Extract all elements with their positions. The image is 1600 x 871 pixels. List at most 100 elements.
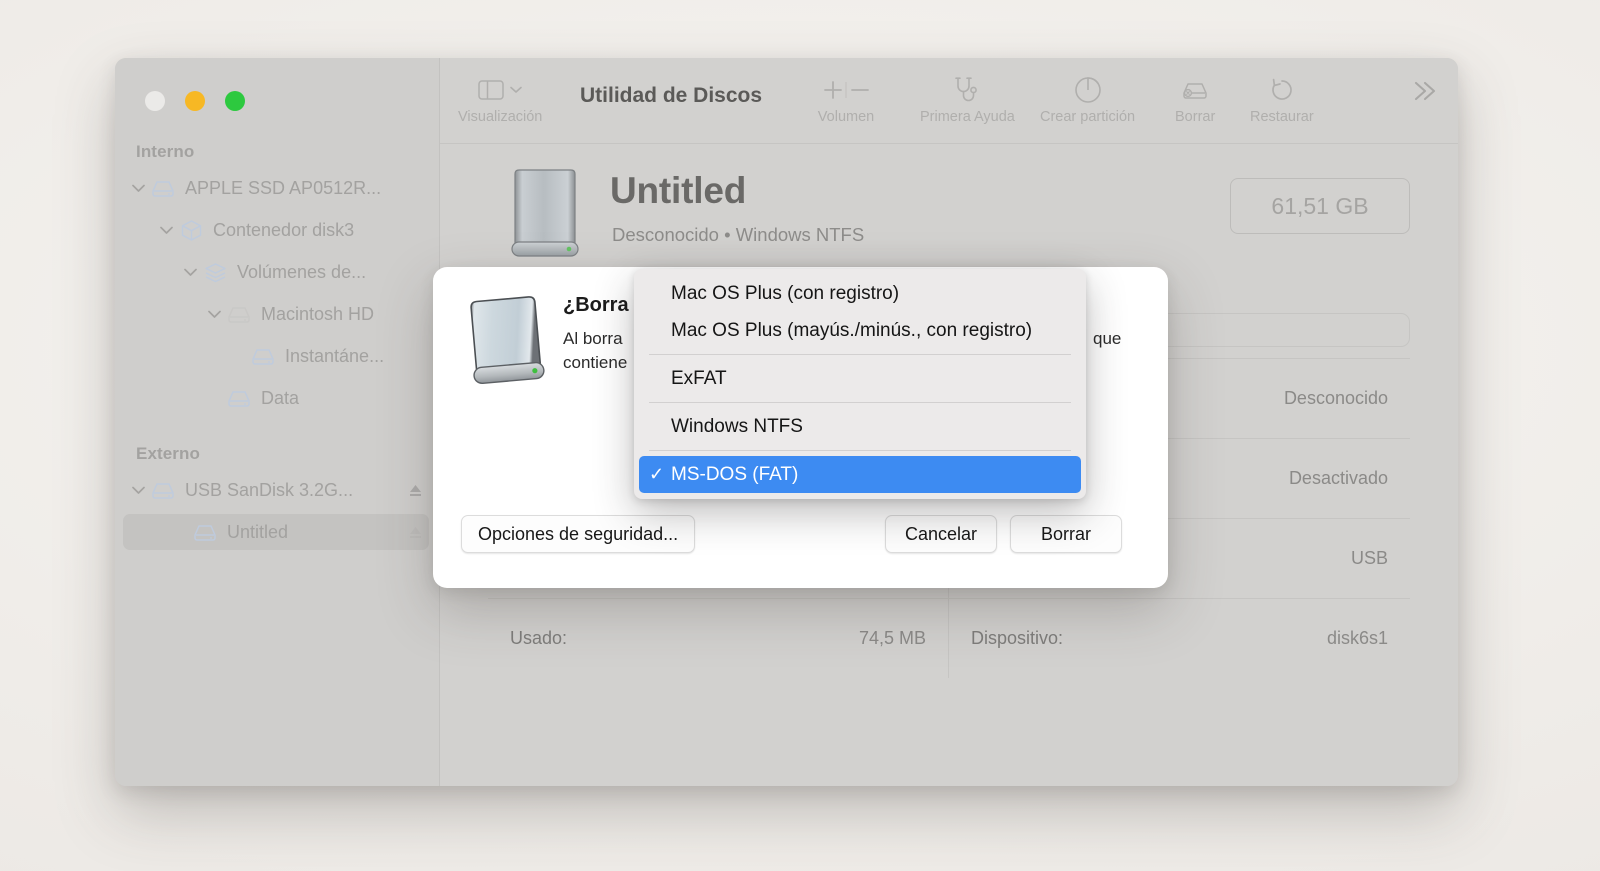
desktop-background: Interno Externo APPLE SSD AP0512R... Con… <box>0 0 1600 871</box>
sidebar-item-label: APPLE SSD AP0512R... <box>185 177 382 198</box>
toolbar-volumen-button[interactable]: Volumen <box>817 74 875 125</box>
sidebar-item-untitled[interactable]: Untitled <box>123 514 429 550</box>
disk-capacity-badge: 61,51 GB <box>1230 178 1410 234</box>
disk-icon <box>149 177 177 199</box>
double-chevron-right-icon <box>1414 81 1436 101</box>
menu-separator <box>649 450 1071 451</box>
disk-header: Untitled Desconocido • Windows NTFS 61,5… <box>440 158 1458 268</box>
chevron-placeholder-icon <box>203 380 225 416</box>
restore-icon[interactable] <box>1269 74 1295 106</box>
disk-name: Untitled <box>610 170 747 211</box>
toolbar-view-label: Visualización <box>458 109 543 125</box>
window-title: Utilidad de Discos <box>580 84 763 107</box>
menu-separator <box>649 402 1071 403</box>
chevron-down-icon[interactable] <box>179 254 201 290</box>
sidebar-item-label: Volúmenes de... <box>237 261 367 282</box>
sidebar-item-label: Instantáne... <box>285 345 385 366</box>
maximize-window-button[interactable] <box>225 91 245 111</box>
toolbar-view-button[interactable]: Visualización <box>458 74 542 125</box>
chevron-down-icon[interactable] <box>203 296 225 332</box>
sidebar-section-external: Externo <box>136 444 200 463</box>
chevron-placeholder-icon <box>169 514 191 550</box>
table-row: Usado: 74,5 MB <box>488 598 949 678</box>
sidebar-item-apple-ssd[interactable]: APPLE SSD AP0512R... <box>123 170 429 206</box>
volume-icon <box>249 345 277 367</box>
eject-icon[interactable] <box>408 483 423 498</box>
menu-separator <box>649 354 1071 355</box>
plus-minus-icon[interactable] <box>817 74 875 106</box>
info-value: Desconocido <box>1283 388 1388 408</box>
sidebar: Interno Externo APPLE SSD AP0512R... Con… <box>115 58 440 786</box>
window-controls[interactable] <box>145 91 245 111</box>
info-key: Dispositivo: <box>971 628 1064 648</box>
toolbar-restaurar-button[interactable]: Restaurar <box>1250 74 1314 125</box>
sidebar-item-label: Untitled <box>227 521 289 542</box>
external-hard-drive-icon <box>461 289 553 394</box>
info-value: USB <box>1350 548 1388 568</box>
erase-button[interactable]: Borrar <box>1010 515 1122 553</box>
sidebar-item-label: USB SanDisk 3.2G... <box>185 479 354 500</box>
disk-subtitle: Desconocido • Windows NTFS <box>612 224 865 245</box>
chevron-down-icon[interactable] <box>127 472 149 508</box>
chevron-down-icon[interactable] <box>155 212 177 248</box>
toolbar-item-label: Primera Ayuda <box>920 109 1015 125</box>
toolbar-crear-particion-button[interactable]: Crear partición <box>1040 74 1135 125</box>
sidebar-item-label: Contenedor disk3 <box>213 219 355 240</box>
security-options-button[interactable]: Opciones de seguridad... <box>461 515 696 553</box>
toolbar-borrar-button[interactable]: Borrar <box>1175 74 1215 125</box>
toolbar-item-label: Borrar <box>1175 109 1216 125</box>
close-window-button[interactable] <box>145 91 165 111</box>
sidebar-item-usb-sandisk[interactable]: USB SanDisk 3.2G... <box>123 472 429 508</box>
volumes-stack-icon <box>201 261 229 283</box>
menu-item-mac-os-plus-case-sensitive[interactable]: Mac OS Plus (mayús./minús., con registro… <box>639 312 1081 349</box>
erase-disk-icon[interactable] <box>1180 74 1210 106</box>
toolbar-item-label: Volumen <box>817 109 875 125</box>
toolbar-item-label: Crear partición <box>1040 109 1136 125</box>
toolbar: Visualización Utilidad de Discos Volumen <box>440 58 1458 144</box>
menu-item-label: Mac OS Plus (mayús./minús., con registro… <box>671 319 1033 341</box>
menu-item-label: Mac OS Plus (con registro) <box>671 282 900 304</box>
volume-icon <box>225 387 253 409</box>
toolbar-primera-ayuda-button[interactable]: Primera Ayuda <box>920 74 1015 125</box>
info-value: disk6s1 <box>1326 628 1388 648</box>
container-icon <box>177 219 205 241</box>
info-value: Desactivado <box>1288 468 1388 488</box>
menu-item-ms-dos-fat[interactable]: ✓ MS-DOS (FAT) <box>639 456 1081 493</box>
cancel-button[interactable]: Cancelar <box>885 515 997 553</box>
chevron-placeholder-icon <box>227 338 249 374</box>
menu-item-label: MS-DOS (FAT) <box>671 463 799 485</box>
toolbar-overflow-button[interactable] <box>1410 80 1440 107</box>
table-row: Dispositivo: disk6s1 <box>949 598 1410 678</box>
sidebar-item-data[interactable]: Data <box>123 380 429 416</box>
sidebar-toggle-icon[interactable] <box>478 74 522 106</box>
sidebar-item-label: Macintosh HD <box>261 303 375 324</box>
menu-item-label: Windows NTFS <box>671 415 803 437</box>
sidebar-section-internal: Interno <box>136 142 195 161</box>
pie-chart-icon[interactable] <box>1074 74 1102 106</box>
dialog-heading: ¿Borra <box>563 294 629 316</box>
stethoscope-icon[interactable] <box>952 74 982 106</box>
menu-item-windows-ntfs[interactable]: Windows NTFS <box>639 408 1081 445</box>
dialog-body-tail: que <box>1093 329 1122 348</box>
eject-icon[interactable] <box>408 525 423 540</box>
sidebar-item-contenedor-disk3[interactable]: Contenedor disk3 <box>123 212 429 248</box>
chevron-down-icon <box>510 86 522 93</box>
chevron-down-icon[interactable] <box>127 170 149 206</box>
menu-item-label: ExFAT <box>671 367 727 389</box>
volume-icon <box>191 521 219 543</box>
toolbar-item-label: Restaurar <box>1250 109 1314 125</box>
disk-icon <box>149 479 177 501</box>
info-key: Usado: <box>510 628 568 648</box>
sidebar-item-volumenes[interactable]: Volúmenes de... <box>123 254 429 290</box>
menu-item-mac-os-plus[interactable]: Mac OS Plus (con registro) <box>639 275 1081 312</box>
minimize-window-button[interactable] <box>185 91 205 111</box>
sidebar-item-label: Data <box>261 387 300 408</box>
format-dropdown-menu[interactable]: Mac OS Plus (con registro) Mac OS Plus (… <box>634 269 1086 499</box>
sidebar-item-instantaneas[interactable]: Instantáne... <box>123 338 429 374</box>
checkmark-icon: ✓ <box>649 464 665 484</box>
external-hard-drive-icon <box>497 166 592 267</box>
menu-item-exfat[interactable]: ExFAT <box>639 360 1081 397</box>
info-value: 74,5 MB <box>858 628 926 648</box>
sidebar-item-macintosh-hd[interactable]: Macintosh HD <box>123 296 429 332</box>
volume-icon <box>225 303 253 325</box>
